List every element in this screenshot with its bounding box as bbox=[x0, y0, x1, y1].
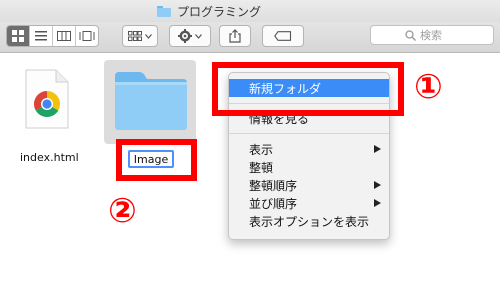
menu-item-clean-up-by[interactable]: 整頓順序 bbox=[229, 176, 389, 194]
menu-item-label: 表示 bbox=[249, 142, 274, 157]
submenu-arrow-icon bbox=[374, 181, 381, 189]
annotation-box-1 bbox=[212, 62, 404, 116]
menu-item-sort-by[interactable]: 並び順序 bbox=[229, 194, 389, 212]
tags-button[interactable] bbox=[262, 25, 304, 47]
menu-item-label: 表示オプションを表示 bbox=[249, 214, 370, 229]
menu-item-view[interactable]: 表示 bbox=[229, 140, 389, 158]
action-button[interactable] bbox=[169, 25, 211, 47]
chevron-down-icon bbox=[145, 33, 152, 39]
share-button[interactable] bbox=[219, 25, 251, 47]
window-title-text: プログラミング bbox=[177, 4, 262, 19]
list-icon bbox=[35, 31, 47, 41]
menu-item-show-view-options[interactable]: 表示オプションを表示 bbox=[229, 212, 389, 230]
annotation-number-1: ① bbox=[414, 67, 443, 107]
folder-icon bbox=[115, 72, 187, 130]
view-mode-segment bbox=[6, 25, 99, 47]
chrome-html-file-icon bbox=[25, 69, 69, 129]
menu-item-label: 並び順序 bbox=[249, 196, 298, 211]
share-icon bbox=[229, 29, 241, 43]
menu-separator bbox=[229, 133, 389, 134]
annotation-box-2 bbox=[116, 139, 197, 181]
search-field[interactable]: 検索 bbox=[370, 25, 494, 45]
title-bar: プログラミング bbox=[0, 0, 500, 22]
menu-item-label: 整頓順序 bbox=[249, 178, 298, 193]
column-view-button[interactable] bbox=[53, 26, 76, 46]
arrange-grid-icon bbox=[128, 31, 142, 41]
arrange-button[interactable] bbox=[122, 25, 158, 47]
columns-icon bbox=[57, 31, 71, 41]
grid-icon bbox=[12, 30, 24, 42]
folder-icon bbox=[157, 5, 171, 17]
annotation-number-2: ② bbox=[108, 191, 137, 231]
list-view-button[interactable] bbox=[30, 26, 53, 46]
tag-icon bbox=[274, 31, 292, 41]
gear-icon bbox=[178, 29, 192, 43]
submenu-arrow-icon bbox=[374, 199, 381, 207]
coverflow-icon bbox=[79, 31, 95, 41]
menu-item-clean-up[interactable]: 整頓 bbox=[229, 158, 389, 176]
window-title: プログラミング bbox=[157, 3, 261, 19]
search-placeholder: 検索 bbox=[420, 29, 442, 42]
coverflow-view-button[interactable] bbox=[76, 26, 98, 46]
file-name-label: index.html bbox=[20, 151, 79, 164]
toolbar: 検索 bbox=[0, 22, 500, 53]
chevron-down-icon bbox=[195, 33, 202, 39]
submenu-arrow-icon bbox=[374, 145, 381, 153]
menu-item-label: 整頓 bbox=[249, 160, 274, 175]
icon-view-button[interactable] bbox=[7, 26, 30, 46]
search-icon bbox=[405, 29, 416, 41]
